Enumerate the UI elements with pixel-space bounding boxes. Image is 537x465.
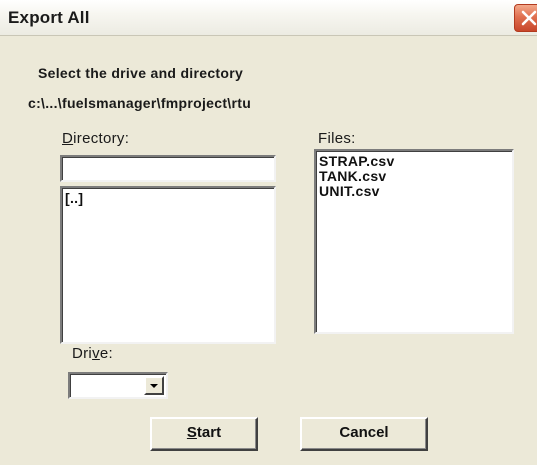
directory-label-mnemonic: D xyxy=(62,130,74,147)
files-label: Files: xyxy=(318,130,356,147)
drive-label-rest: e: xyxy=(99,345,113,362)
close-x-icon xyxy=(521,10,537,26)
current-path: c:\...\fuelsmanager\fmproject\rtu xyxy=(28,95,252,111)
title-bar[interactable]: Export All xyxy=(0,0,537,36)
close-button[interactable] xyxy=(514,4,537,32)
start-button-label: tart xyxy=(196,424,222,441)
start-button-mnemonic: S xyxy=(186,424,197,441)
directory-label-rest: irectory: xyxy=(73,130,130,147)
instruction-text: Select the drive and directory xyxy=(38,65,244,81)
directory-label: Directory: xyxy=(62,130,129,147)
export-all-dialog: Export All Select the drive and director… xyxy=(0,0,537,465)
drive-selected-value xyxy=(70,374,73,390)
drive-label: Drive: xyxy=(72,345,113,362)
files-list[interactable]: STRAP.csv TANK.csv UNIT.csv xyxy=(314,149,514,334)
directory-list[interactable]: [..] xyxy=(60,186,276,344)
cancel-button[interactable]: Cancel xyxy=(300,417,428,451)
file-item[interactable]: UNIT.csv xyxy=(316,184,512,199)
drive-label-mnemonic: v xyxy=(92,345,100,362)
chevron-down-icon xyxy=(150,384,158,388)
directory-input[interactable] xyxy=(60,155,276,182)
file-item[interactable]: TANK.csv xyxy=(316,169,512,184)
drive-select[interactable] xyxy=(68,372,168,399)
file-item[interactable]: STRAP.csv xyxy=(316,154,512,169)
drive-dropdown-button[interactable] xyxy=(144,376,164,395)
start-button[interactable]: Start xyxy=(150,417,258,451)
directory-input-value xyxy=(62,157,65,173)
drive-label-prefix: Dri xyxy=(72,345,93,362)
dialog-title: Export All xyxy=(8,8,90,27)
directory-list-item[interactable]: [..] xyxy=(62,191,274,206)
